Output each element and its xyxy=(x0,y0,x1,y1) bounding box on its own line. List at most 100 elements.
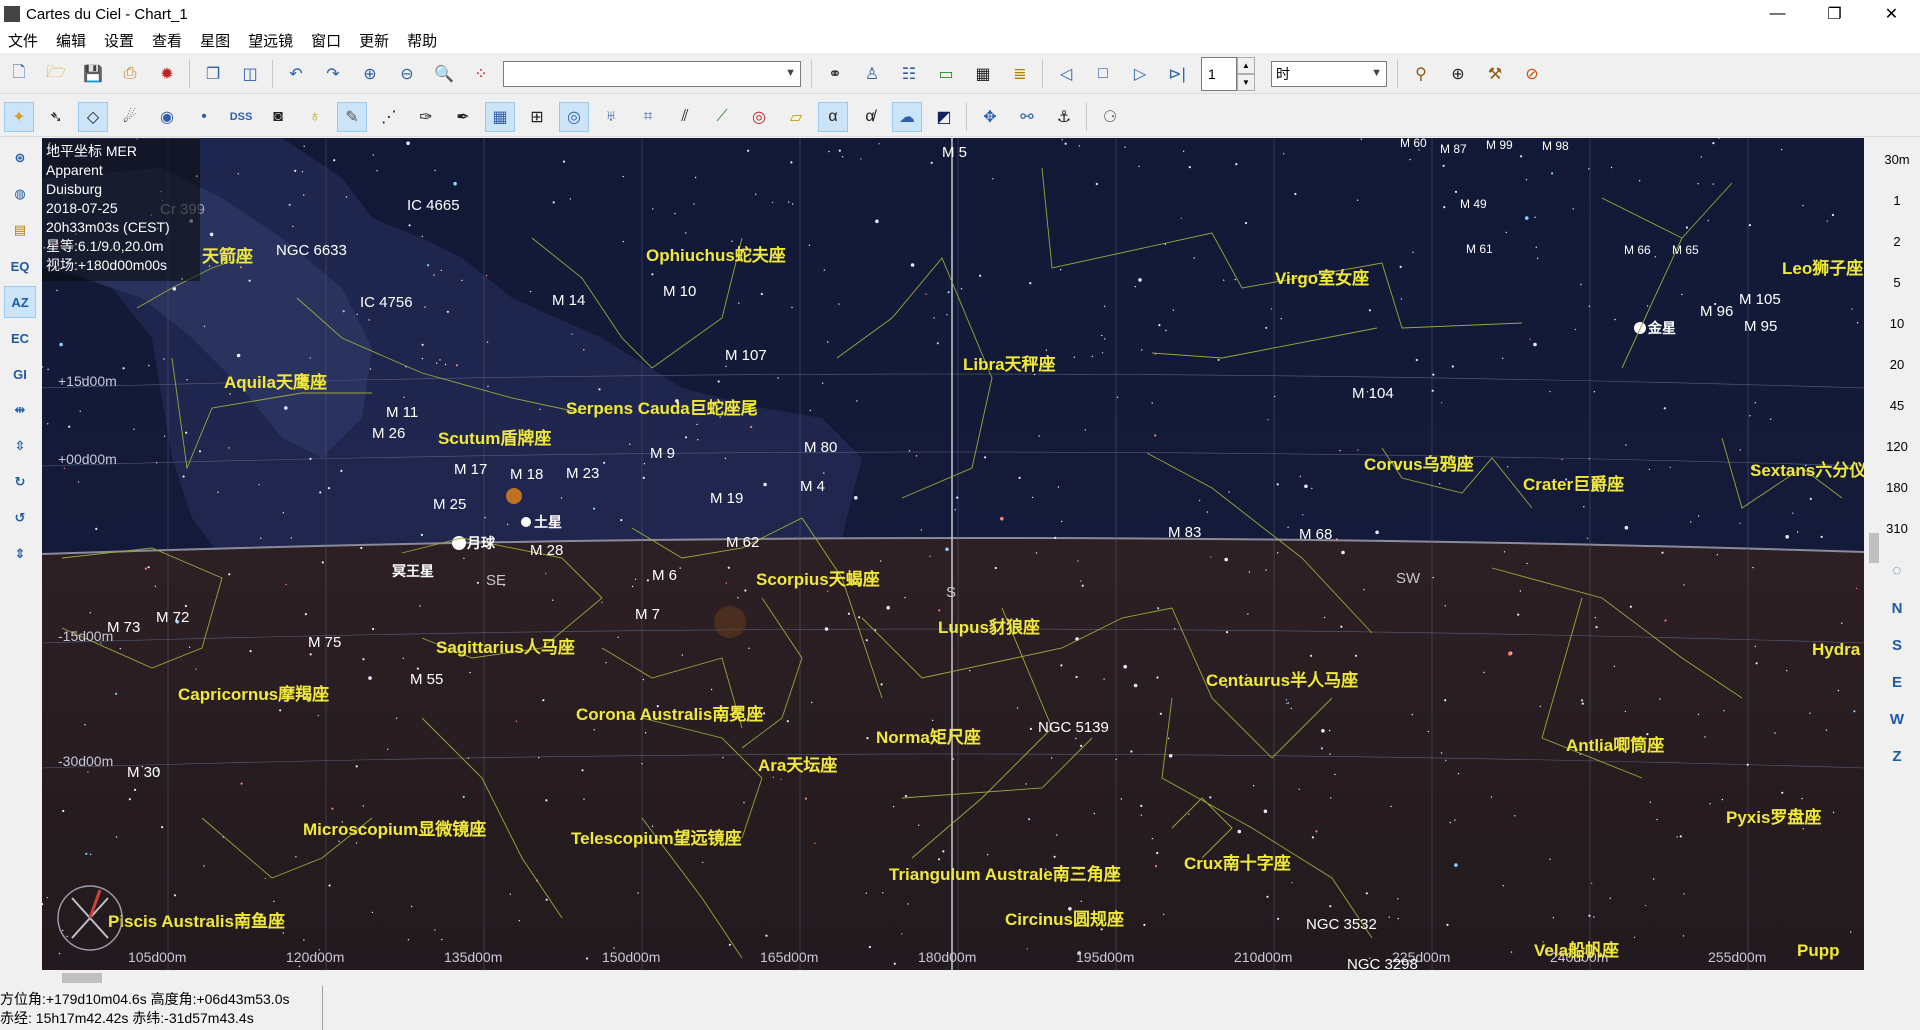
menu-edit[interactable]: 编辑 xyxy=(48,30,96,51)
zoom-2[interactable]: 2 xyxy=(1880,234,1914,249)
anchor-icon[interactable]: ⚓ xyxy=(1049,102,1079,132)
pointer-icon[interactable]: ➴ xyxy=(41,102,71,132)
sky-chart-svg[interactable]: +15d00m +00d00m -15d00m -30d00m 105d00m 120d0… xyxy=(42,138,1864,970)
dir-z[interactable]: Z xyxy=(1880,748,1914,765)
spin-down-icon[interactable]: ▼ xyxy=(1237,74,1255,91)
sky-chart[interactable]: +15d00m +00d00m -15d00m -30d00m 105d00m 120d0… xyxy=(42,138,1864,970)
new-chart-icon[interactable]: 🗋 xyxy=(4,59,34,89)
rotate-cw-icon[interactable]: ↻ xyxy=(4,466,36,498)
label-icon[interactable]: ✎ xyxy=(337,102,367,132)
print-icon[interactable]: ⎙ xyxy=(115,59,145,89)
menu-telescope[interactable]: 望远镜 xyxy=(240,30,303,51)
rotate-ccw-icon[interactable]: ↺ xyxy=(4,502,36,534)
dir-w[interactable]: W xyxy=(1880,711,1914,728)
menu-window[interactable]: 窗口 xyxy=(303,30,351,51)
az-button[interactable]: AZ xyxy=(4,286,36,318)
step-spinner[interactable]: ▲ ▼ xyxy=(1237,57,1255,91)
copy-chart-icon[interactable]: ❐ xyxy=(198,59,228,89)
save-icon[interactable]: 💾 xyxy=(78,59,108,89)
night-vision-icon[interactable]: ◩ xyxy=(929,102,959,132)
close-button[interactable]: ✕ xyxy=(1863,0,1920,28)
clouds-icon[interactable]: ☁ xyxy=(892,102,922,132)
comet-icon[interactable]: ☄ xyxy=(115,102,145,132)
zoom-out-icon[interactable]: ⊖ xyxy=(392,59,422,89)
eq-button[interactable]: EQ xyxy=(4,250,36,282)
open-icon[interactable]: 🗁 xyxy=(41,59,71,89)
eyepiece-icon[interactable]: ◎ xyxy=(744,102,774,132)
horizontal-scroll-thumb[interactable] xyxy=(62,973,102,983)
rotate-globe-icon[interactable]: ◍ xyxy=(4,178,36,210)
grid-icon[interactable]: ▦ xyxy=(485,102,515,132)
menu-help[interactable]: 帮助 xyxy=(399,30,447,51)
observer-icon[interactable]: ♙ xyxy=(857,59,887,89)
settings-icon[interactable]: ✹ xyxy=(152,59,182,89)
menu-chart[interactable]: 星图 xyxy=(192,30,240,51)
vertical-scroll-thumb[interactable] xyxy=(1869,533,1879,563)
menu-view[interactable]: 查看 xyxy=(144,30,192,51)
horizon-icon[interactable]: ▭ xyxy=(931,59,961,89)
target-icon[interactable]: ⊕ xyxy=(1443,59,1473,89)
split-view-icon[interactable]: ◫ xyxy=(235,59,265,89)
planets-icon[interactable]: ⚆ xyxy=(1095,102,1125,132)
spin-up-icon[interactable]: ▲ xyxy=(1237,57,1255,74)
ec-button[interactable]: EC xyxy=(4,322,36,354)
zoom-120[interactable]: 120 xyxy=(1880,439,1914,454)
list-icon[interactable]: ☷ xyxy=(894,59,924,89)
compass-icon[interactable]: ◎ xyxy=(559,102,589,132)
compass-tool-icon[interactable]: ✑ xyxy=(411,102,441,132)
nebula-icon[interactable]: ◇ xyxy=(78,102,108,132)
camera-icon[interactable]: ◙ xyxy=(263,102,293,132)
gi-button[interactable]: GI xyxy=(4,358,36,390)
horizontal-scrollbar[interactable] xyxy=(42,970,1866,986)
zoom-5[interactable]: 5 xyxy=(1880,275,1914,290)
globe-icon[interactable]: ⊛ xyxy=(4,142,36,174)
zoom-310[interactable]: 310 xyxy=(1880,521,1914,536)
menu-update[interactable]: 更新 xyxy=(351,30,399,51)
zoom-icon[interactable]: 🔍 xyxy=(429,59,459,89)
milky-way-icon[interactable]: ⫽ xyxy=(670,102,700,132)
stop-icon[interactable]: □ xyxy=(1088,59,1118,89)
grid-select-icon[interactable]: ⁘ xyxy=(466,59,496,89)
move-icon[interactable]: ✥ xyxy=(975,102,1005,132)
zoom-45[interactable]: 45 xyxy=(1880,398,1914,413)
redo-icon[interactable]: ↷ xyxy=(318,59,348,89)
lamp-icon[interactable]: ♁ xyxy=(300,102,330,132)
ecliptic-icon[interactable]: ⟋ xyxy=(707,102,737,132)
ruler-icon[interactable]: ▱ xyxy=(781,102,811,132)
menu-settings[interactable]: 设置 xyxy=(96,30,144,51)
dss-icon[interactable]: DSS xyxy=(226,102,256,132)
greek-letters-icon[interactable]: α xyxy=(818,102,848,132)
grid-labels-icon[interactable]: ⊞ xyxy=(522,102,552,132)
zoom-1[interactable]: 1 xyxy=(1880,193,1914,208)
menu-file[interactable]: 文件 xyxy=(0,30,48,51)
calendar-icon[interactable]: ▦ xyxy=(968,59,998,89)
step-back-icon[interactable]: ◁ xyxy=(1051,59,1081,89)
boundaries-icon[interactable]: ✒ xyxy=(448,102,478,132)
frame-icon[interactable]: ⌗ xyxy=(633,102,663,132)
time-unit-select[interactable]: 时 ▼ xyxy=(1271,61,1387,87)
link-icon[interactable]: ⚯ xyxy=(1012,102,1042,132)
dir-e[interactable]: E xyxy=(1880,674,1914,691)
animate-icon[interactable]: ⊳| xyxy=(1162,59,1192,89)
dir-s[interactable]: S xyxy=(1880,637,1914,654)
vertical-scrollbar[interactable] xyxy=(1866,138,1882,968)
zoom-30m[interactable]: 30m xyxy=(1880,152,1914,167)
zoom-in-icon[interactable]: ⊕ xyxy=(355,59,385,89)
step-input[interactable]: 1 xyxy=(1201,57,1237,91)
all-sky-icon[interactable]: ◌ xyxy=(1880,562,1914,579)
chart-list-icon[interactable]: ▤ xyxy=(4,214,36,246)
database-icon[interactable]: ≣ xyxy=(1005,59,1035,89)
search-combo[interactable]: ▼ xyxy=(503,61,801,87)
zoom-10[interactable]: 10 xyxy=(1880,316,1914,331)
binoculars-icon[interactable]: ⚭ xyxy=(820,59,850,89)
tools-icon[interactable]: ⚒ xyxy=(1480,59,1510,89)
restore-button[interactable]: ❐ xyxy=(1806,0,1863,28)
horizon-line-icon[interactable]: ♅ xyxy=(596,102,626,132)
step-forward-icon[interactable]: ▷ xyxy=(1125,59,1155,89)
zoom-180[interactable]: 180 xyxy=(1880,480,1914,495)
telescope-icon[interactable]: ⚲ xyxy=(1406,59,1436,89)
no-sync-icon[interactable]: ⊘ xyxy=(1517,59,1547,89)
dir-n[interactable]: N xyxy=(1880,600,1914,617)
undo-icon[interactable]: ↶ xyxy=(281,59,311,89)
flip-vertical-icon[interactable]: ⇳ xyxy=(4,430,36,462)
